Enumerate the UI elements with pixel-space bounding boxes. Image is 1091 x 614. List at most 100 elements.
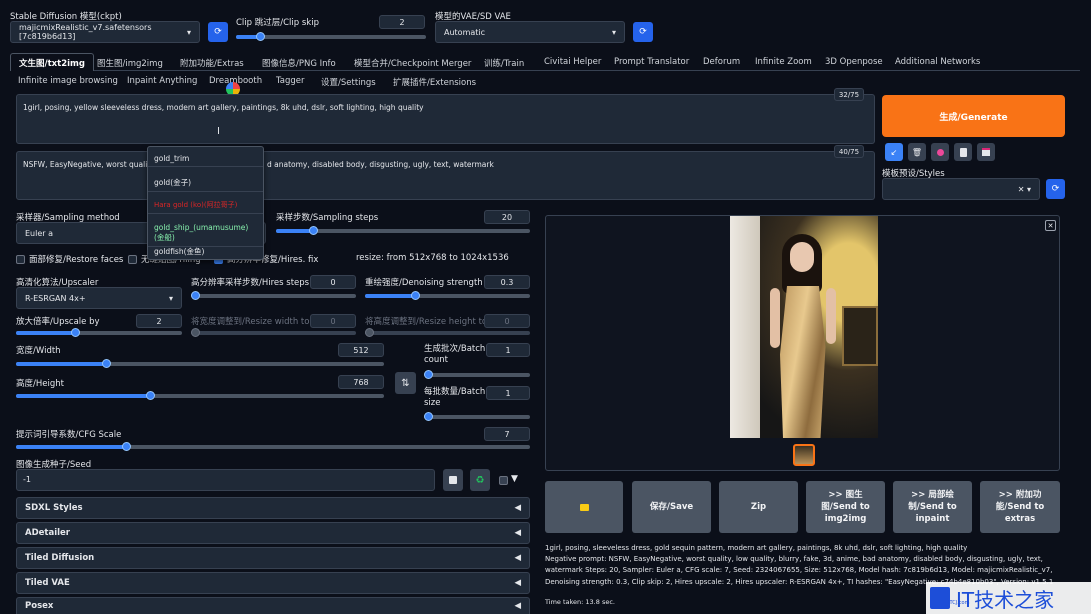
tab-img2img[interactable]: 图生图/img2img	[97, 57, 163, 69]
resize-width-input[interactable]: 0	[310, 314, 356, 328]
clip-skip-slider[interactable]	[236, 32, 426, 41]
restore-faces-label: 面部修复/Restore faces	[29, 255, 124, 265]
generate-button[interactable]: 生成/Generate	[882, 95, 1065, 137]
denoising-input[interactable]: 0.3	[484, 275, 530, 289]
expand-seed-icon[interactable]: ▼	[511, 474, 518, 484]
checkpoint-dropdown[interactable]: majicmixRealistic_v7.safetensors [7c819b…	[10, 21, 200, 43]
send-to-inpaint-button[interactable]: >> 局部绘制/Send to inpaint	[893, 481, 972, 533]
refresh-vae-button[interactable]: ⟳	[633, 22, 653, 42]
generated-image[interactable]	[730, 216, 878, 438]
negative-prompt-textarea[interactable]: NSFW, EasyNegative, worst quality, lo d …	[16, 151, 875, 200]
resize-height-slider[interactable]	[365, 328, 530, 337]
height-slider[interactable]	[16, 391, 384, 400]
autocomplete-item[interactable]: gold(金子)	[148, 174, 263, 192]
width-input[interactable]: 512	[338, 343, 384, 357]
refresh-icon: ⟳	[639, 27, 647, 37]
tab-png-info[interactable]: 图像信息/PNG Info	[262, 57, 336, 69]
batch-count-input[interactable]: 1	[486, 343, 530, 357]
prompt-textarea[interactable]: 1girl, posing, yellow sleeveless dress, …	[16, 94, 875, 144]
tab-extras[interactable]: 附加功能/Extras	[180, 57, 244, 69]
autocomplete-item[interactable]: Hara gold (ko)(阿拉哥子)	[148, 197, 263, 214]
batch-count-slider[interactable]	[424, 370, 530, 379]
random-seed-button[interactable]	[443, 469, 463, 491]
tab-prompt-translator[interactable]: Prompt Translator	[614, 57, 689, 67]
resize-width-slider[interactable]	[191, 328, 356, 337]
autocomplete-item[interactable]: gold_trim	[148, 151, 263, 167]
width-slider[interactable]	[16, 359, 384, 368]
clipboard-button[interactable]	[954, 143, 972, 161]
styles-dropdown[interactable]: ✕ ▾	[882, 178, 1040, 200]
resize-height-label: 将高度调整到/Resize height to	[365, 317, 488, 327]
resize-height-input[interactable]: 0	[484, 314, 530, 328]
accordion-posex[interactable]: Posex ◀	[16, 597, 530, 614]
tab-txt2img[interactable]: 文生图/txt2img	[10, 53, 94, 71]
autocomplete-popup: gold_trim gold(金子) Hara gold (ko)(阿拉哥子) …	[147, 146, 264, 260]
tab-deforum[interactable]: Deforum	[703, 57, 740, 67]
tab-3d-openpose[interactable]: 3D Openpose	[825, 57, 883, 67]
hires-steps-slider[interactable]	[191, 291, 356, 300]
batch-size-input[interactable]: 1	[486, 386, 530, 400]
clear-and-chevron-icon: ✕ ▾	[1017, 184, 1031, 194]
send-to-extras-button[interactable]: >> 附加功能/Send to extras	[980, 481, 1060, 533]
sampling-steps-slider[interactable]	[276, 226, 530, 235]
accordion-title: SDXL Styles	[25, 503, 83, 513]
clipboard-icon	[959, 147, 967, 157]
close-icon[interactable]: ✕	[1045, 220, 1056, 231]
batch-size-label: 每批数量/Batch size	[424, 387, 486, 409]
gallery-thumbnail[interactable]	[793, 444, 815, 466]
swap-dimensions-button[interactable]: ⇅	[395, 372, 416, 394]
accordion-tiled-diffusion[interactable]: Tiled Diffusion ◀	[16, 547, 530, 569]
tab-checkpoint-merger[interactable]: 模型合并/Checkpoint Merger	[354, 57, 471, 69]
denoising-slider[interactable]	[365, 291, 530, 300]
tab-infinite-image-browsing[interactable]: Infinite image browsing	[18, 76, 118, 86]
hires-steps-input[interactable]: 0	[310, 275, 356, 289]
send-to-img2img-button[interactable]: >> 图生图/Send to img2img	[806, 481, 885, 533]
tab-infinite-zoom[interactable]: Infinite Zoom	[755, 57, 812, 67]
reuse-seed-button[interactable]: ♻	[470, 469, 490, 491]
open-folder-button[interactable]	[545, 481, 623, 533]
cfg-scale-input[interactable]: 7	[484, 427, 530, 441]
height-input[interactable]: 768	[338, 375, 384, 389]
tab-tagger[interactable]: Tagger	[276, 76, 305, 86]
refresh-styles-button[interactable]: ⟳	[1046, 179, 1065, 199]
sampling-steps-input[interactable]: 20	[484, 210, 530, 224]
trash-button[interactable]: 🗑	[908, 143, 926, 161]
tab-train[interactable]: 训练/Train	[484, 57, 524, 69]
caret-left-icon: ◀	[514, 528, 521, 538]
save-style-button[interactable]	[977, 143, 995, 161]
tab-extensions[interactable]: 扩展插件/Extensions	[393, 76, 476, 88]
restore-faces-checkbox[interactable]: 面部修复/Restore faces	[16, 253, 123, 265]
tab-additional-networks[interactable]: Additional Networks	[895, 57, 980, 67]
resize-width-label: 将宽度调整到/Resize width to	[191, 317, 310, 327]
seed-input[interactable]: -1	[16, 469, 435, 491]
swap-icon: ⇅	[401, 377, 410, 389]
tab-civitai-helper[interactable]: Civitai Helper	[544, 57, 601, 67]
accordion-adetailer[interactable]: ADetailer ◀	[16, 522, 530, 544]
accordion-sdxl-styles[interactable]: SDXL Styles ◀	[16, 497, 530, 519]
vae-dropdown[interactable]: Automatic ▾	[435, 21, 625, 43]
watermark: IT技术之家 ITCJ.com	[926, 582, 1091, 614]
cfg-scale-slider[interactable]	[16, 442, 530, 451]
prompt-text: 1girl, posing, yellow sleeveless dress, …	[23, 103, 424, 112]
upscale-by-slider[interactable]	[16, 328, 182, 337]
zip-button[interactable]: Zip	[719, 481, 798, 533]
autocomplete-item[interactable]: goldfish(金鱼)	[148, 243, 263, 260]
batch-size-slider[interactable]	[424, 412, 530, 421]
read-params-button[interactable]: ↙	[885, 143, 903, 161]
save-button[interactable]: 保存/Save	[632, 481, 711, 533]
refresh-checkpoint-button[interactable]: ⟳	[208, 22, 228, 42]
extra-networks-button[interactable]	[931, 143, 949, 161]
watermark-domain: ITCJ.com	[948, 600, 970, 606]
upscaler-value: R-ESRGAN 4x+	[25, 293, 86, 303]
height-label: 高度/Height	[16, 379, 64, 389]
clip-skip-input[interactable]: 2	[379, 15, 425, 29]
tab-settings[interactable]: 设置/Settings	[321, 76, 376, 88]
upscaler-dropdown[interactable]: R-ESRGAN 4x+ ▾	[16, 287, 182, 309]
floppy-icon	[982, 148, 990, 156]
extra-seed-checkbox[interactable]	[499, 476, 508, 485]
upscale-by-input[interactable]: 2	[136, 314, 182, 328]
clip-skip-label: Clip 跳过层/Clip skip	[236, 18, 319, 28]
accordion-tiled-vae[interactable]: Tiled VAE ◀	[16, 572, 530, 594]
tab-inpaint-anything[interactable]: Inpaint Anything	[127, 76, 197, 86]
folder-icon	[579, 503, 589, 511]
